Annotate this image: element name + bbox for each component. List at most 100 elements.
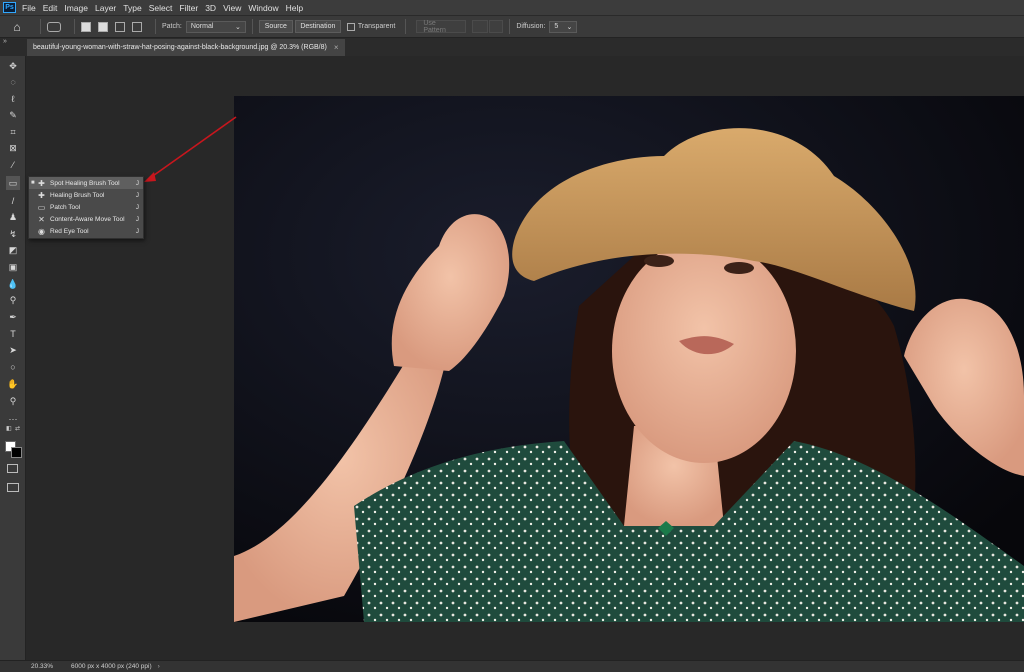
menu-file[interactable]: File (22, 3, 36, 13)
flyout-tool-icon: ✚ (38, 178, 45, 188)
menu-view[interactable]: View (223, 3, 241, 13)
shortcut-key: J (135, 203, 139, 211)
diffusion-label: Diffusion: (516, 23, 546, 30)
chevron-down-icon: ⌄ (566, 23, 573, 31)
swap-colors-icon[interactable]: ⇄ (15, 425, 20, 432)
use-pattern-button[interactable]: Use Pattern (416, 20, 467, 34)
portrait-photo (234, 96, 1024, 622)
menu-edit[interactable]: Edit (43, 3, 58, 13)
stamp-tool-icon[interactable]: ♟ (6, 210, 20, 224)
menu-type[interactable]: Type (123, 3, 141, 13)
document-dimensions: 6000 px x 4000 px (240 ppi) (71, 663, 152, 670)
chevron-down-icon: ⌄ (234, 23, 241, 31)
frame-tool-icon[interactable]: ⊠ (6, 141, 20, 155)
flyout-item-patch-tool[interactable]: ▭ Patch Tool J (29, 201, 143, 213)
more-tools-icon[interactable]: ··· (6, 412, 20, 426)
diffusion-value: 5 (554, 23, 559, 30)
crop-tool-icon[interactable]: ⌗ (6, 125, 20, 139)
transparent-label: Transparent (357, 23, 396, 30)
document-tab-title: beautiful-young-woman-with-straw-hat-pos… (33, 44, 327, 51)
menu-select[interactable]: Select (149, 3, 173, 13)
move-tool-icon[interactable]: ✥ (6, 59, 20, 73)
healing-tools-flyout-menu: ■ ✚ Spot Healing Brush Tool J ✚ Healing Brush… (28, 176, 144, 239)
quick-selection-tool-icon[interactable]: ✎ (6, 108, 20, 122)
path-selection-tool-icon[interactable]: ➤ (6, 343, 20, 357)
shortcut-key: J (135, 179, 139, 187)
hand-tool-icon[interactable]: ✋ (6, 377, 20, 391)
canvas-image[interactable] (234, 96, 1024, 622)
flyout-item-label: Spot Healing Brush Tool (50, 179, 120, 187)
shape-tool-icon[interactable]: ○ (6, 360, 20, 374)
menu-help[interactable]: Help (286, 3, 303, 13)
divider (509, 19, 511, 34)
dodge-tool-icon[interactable]: ⚲ (6, 293, 20, 307)
collapse-toolbar-icon[interactable]: » (3, 38, 7, 45)
tool-preset-picker-icon[interactable] (47, 21, 61, 32)
history-brush-tool-icon[interactable]: ↯ (6, 227, 20, 241)
healing-tool-icon[interactable]: ▭ (6, 176, 20, 190)
photoshop-logo[interactable]: Ps (3, 2, 16, 13)
document-tab[interactable]: beautiful-young-woman-with-straw-hat-pos… (27, 39, 345, 56)
menu-filter[interactable]: Filter (179, 3, 198, 13)
screen-mode-icon[interactable] (7, 483, 19, 492)
divider (405, 19, 407, 34)
flyout-tool-icon: ▭ (37, 202, 46, 212)
divider (251, 19, 253, 34)
menu-window[interactable]: Window (248, 3, 278, 13)
flyout-tool-icon: ✚ (38, 190, 45, 200)
flyout-item-label: Healing Brush Tool (50, 191, 105, 199)
flyout-item-healing-brush-tool[interactable]: ✚ Healing Brush Tool J (29, 189, 143, 201)
patch-mode-select[interactable]: Normal ⌄ (185, 20, 246, 33)
pen-tool-icon[interactable]: ✒ (6, 310, 20, 324)
quick-mask-icon[interactable] (7, 464, 18, 473)
pattern-picker-chevron-icon[interactable] (489, 20, 504, 33)
background-color-swatch[interactable] (11, 447, 22, 458)
eraser-tool-icon[interactable]: ◩ (6, 243, 20, 257)
shortcut-key: J (135, 191, 139, 199)
menu-image[interactable]: Image (64, 3, 88, 13)
menu-bar: Ps File Edit Image Layer Type Select Fil… (0, 0, 1024, 15)
divider (155, 19, 156, 34)
zoom-tool-icon[interactable]: ⚲ (6, 394, 20, 408)
add-to-selection-icon[interactable] (98, 21, 108, 32)
brush-tool-icon[interactable]: / (6, 194, 20, 208)
chevron-right-icon[interactable]: › (158, 663, 160, 670)
flyout-item-label: Red Eye Tool (50, 228, 89, 236)
pattern-picker[interactable] (472, 20, 489, 33)
selected-bullet-icon: ■ (31, 180, 35, 187)
patch-label: Patch: (162, 23, 182, 30)
diffusion-select[interactable]: 5 ⌄ (549, 20, 578, 33)
transparent-checkbox[interactable] (346, 22, 355, 31)
flyout-tool-icon: ✕ (38, 215, 45, 225)
default-colors-icon[interactable]: ◧ (6, 425, 12, 432)
menu-3d[interactable]: 3D (205, 3, 216, 13)
status-bar: 20.33% 6000 px x 4000 px (240 ppi) › (0, 660, 1024, 672)
divider (40, 19, 41, 34)
source-button[interactable]: Source (258, 20, 293, 33)
flyout-item-label: Content-Aware Move Tool (50, 216, 125, 224)
shortcut-key: J (135, 216, 139, 224)
close-icon[interactable]: × (334, 43, 339, 52)
flyout-item-label: Patch Tool (50, 203, 81, 211)
new-selection-icon[interactable] (81, 21, 91, 32)
destination-button[interactable]: Destination (294, 20, 341, 33)
eyedropper-tool-icon[interactable]: ⁄ (6, 158, 20, 172)
subtract-from-selection-icon[interactable] (115, 21, 125, 32)
lasso-tool-icon[interactable]: ℓ (6, 92, 20, 106)
gradient-tool-icon[interactable]: ▣ (6, 260, 20, 274)
document-tab-bar: » beautiful-young-woman-with-straw-hat-p… (0, 38, 1024, 56)
tools-panel: ✥ ◌ ℓ ✎ ⌗ ⊠ ⁄ ▭ / ♟ ↯ ◩ ▣ 💧 ⚲ ✒ T ➤ ○ ✋ ⚲ ··· (0, 56, 26, 660)
flyout-item-content-aware-move-tool[interactable]: ✕ Content-Aware Move Tool J (29, 214, 143, 226)
type-tool-icon[interactable]: T (6, 327, 20, 341)
marquee-tool-icon[interactable]: ◌ (6, 75, 20, 89)
options-bar: ⌂ Patch: Normal ⌄ Source Destination Tra… (0, 15, 1024, 38)
patch-mode-value: Normal (190, 23, 214, 30)
home-icon[interactable]: ⌂ (10, 20, 24, 34)
zoom-level[interactable]: 20.33% (31, 663, 53, 670)
flyout-item-red-eye-tool[interactable]: ◉ Red Eye Tool J (29, 226, 143, 238)
flyout-item-spot-healing-brush-tool[interactable]: ■ ✚ Spot Healing Brush Tool J (29, 177, 143, 190)
intersect-selection-icon[interactable] (132, 21, 142, 32)
menu-layer[interactable]: Layer (95, 3, 116, 13)
blur-tool-icon[interactable]: 💧 (6, 277, 20, 291)
flyout-tool-icon: ◉ (38, 227, 45, 237)
